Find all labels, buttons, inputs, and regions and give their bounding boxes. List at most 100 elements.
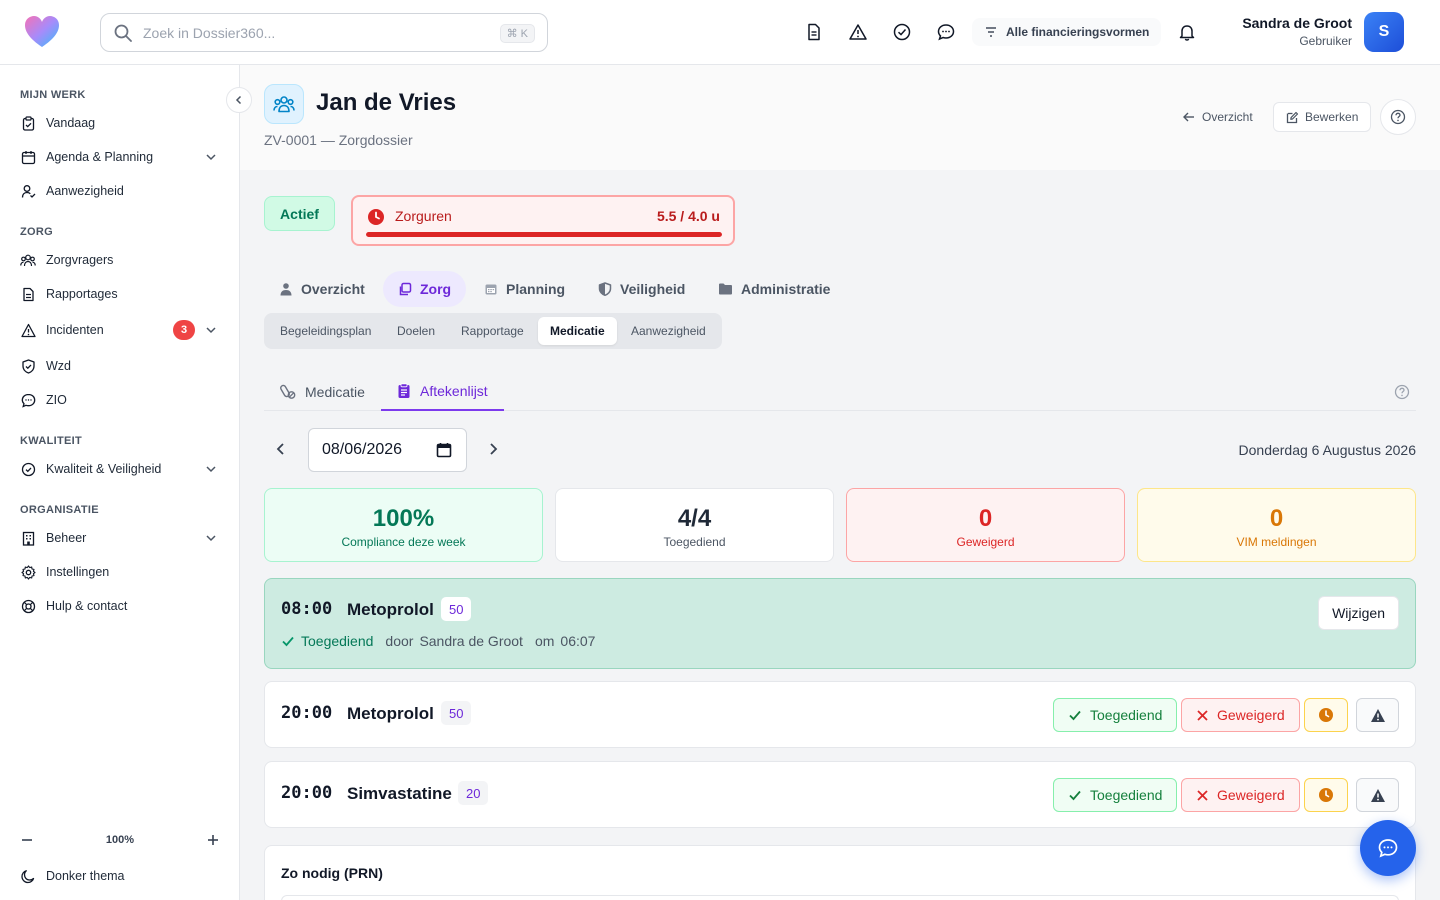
sidebar-item-agenda[interactable]: Agenda & Planning	[20, 143, 220, 171]
date-picker-input[interactable]: 08/06/2026	[308, 428, 467, 472]
page-title: Jan de Vries	[316, 89, 457, 116]
gear-icon	[20, 564, 36, 580]
warning-icon[interactable]	[846, 20, 870, 44]
sidebar-item-zorgvragers[interactable]: Zorgvragers	[20, 246, 220, 274]
subtab-rapportage[interactable]: Rapportage	[449, 317, 536, 345]
refused-button[interactable]: Geweigerd	[1181, 698, 1300, 732]
sidebar-item-beheer[interactable]: Beheer	[20, 524, 220, 552]
tab-overzicht[interactable]: Overzicht	[264, 271, 380, 307]
chat-icon	[1378, 839, 1398, 858]
next-day-button[interactable]	[481, 437, 505, 461]
sidebar-item-label: Agenda & Planning	[46, 150, 154, 164]
overview-link[interactable]: Overzicht	[1170, 102, 1265, 132]
section-title-organisatie: ORGANISATIE	[20, 504, 99, 516]
financing-filter-button[interactable]: Alle financieringsvormen	[972, 18, 1162, 46]
previous-day-button[interactable]	[269, 437, 293, 461]
inner-tab-label: Aftekenlijst	[420, 383, 488, 399]
sidebar-item-vandaag[interactable]: Vandaag	[20, 109, 220, 137]
tab-planning[interactable]: Planning	[469, 271, 580, 307]
date-picker-value: 08/06/2026	[322, 441, 403, 458]
sub-tabs: Begeleidingsplan Doelen Rapportage Medic…	[264, 313, 722, 349]
check-circle-icon[interactable]	[890, 20, 914, 44]
document-icon[interactable]	[802, 20, 826, 44]
chevron-down-icon[interactable]	[204, 150, 218, 164]
chat-icon[interactable]	[934, 20, 958, 44]
sidebar-item-label: Wzd	[46, 359, 71, 373]
sidebar-item-instellingen[interactable]: Instellingen	[20, 558, 220, 586]
sidebar-item-aanwezigheid[interactable]: Aanwezigheid	[20, 177, 220, 205]
sidebar-item-zio[interactable]: ZIO	[20, 386, 220, 414]
folder-icon	[719, 283, 732, 295]
clock-icon	[1319, 788, 1333, 802]
help-button[interactable]	[1380, 99, 1416, 135]
subtab-doelen[interactable]: Doelen	[385, 317, 447, 345]
calendar-icon[interactable]	[436, 442, 452, 458]
inner-tab-aftekenlijst[interactable]: Aftekenlijst	[381, 373, 504, 411]
tab-zorg[interactable]: Zorg	[383, 271, 467, 307]
stat-value: 0	[978, 505, 993, 532]
subtab-medicatie[interactable]: Medicatie	[538, 317, 617, 345]
refused-button[interactable]: Geweigerd	[1181, 778, 1300, 812]
stat-caption: Geweigerd	[956, 535, 1015, 549]
postpone-button[interactable]	[1304, 698, 1348, 732]
administered-button[interactable]: Toegediend	[1053, 698, 1178, 732]
stat-refused: 0 Geweigerd	[846, 488, 1125, 562]
subtab-begeleidingsplan[interactable]: Begeleidingsplan	[268, 317, 383, 345]
collapse-sidebar-button[interactable]	[226, 87, 252, 113]
tab-label: Planning	[506, 281, 566, 297]
medication-row: 20:00 Simvastatine 20 Toegediend Geweige…	[264, 761, 1416, 828]
sidebar-item-rapportages[interactable]: Rapportages	[20, 280, 220, 308]
user-check-icon	[20, 183, 36, 199]
search-shortcut-hint: ⌘ K	[499, 24, 535, 43]
sidebar-item-wzd[interactable]: Wzd	[20, 352, 220, 380]
dark-theme-toggle[interactable]: Donker thema	[20, 862, 220, 890]
dose-badge: 50	[441, 701, 472, 725]
stat-value: 100%	[372, 505, 435, 532]
filter-icon	[984, 25, 998, 39]
section-title-mijn-werk: MIJN WERK	[20, 89, 86, 101]
user-name: Sandra de Groot	[1242, 15, 1352, 31]
report-incident-button[interactable]	[1356, 778, 1399, 812]
search-input[interactable]	[143, 24, 483, 41]
stat-caption: Compliance deze week	[341, 535, 466, 549]
report-incident-button[interactable]	[1356, 698, 1399, 732]
heart-logo-icon[interactable]	[24, 15, 60, 49]
stat-compliance: 100% Compliance deze week	[264, 488, 543, 562]
administered-by-name: Sandra de Groot	[419, 633, 523, 649]
chevron-down-icon[interactable]	[204, 531, 218, 545]
care-hours-progress-bar	[366, 232, 722, 237]
help-circle-icon	[1390, 109, 1406, 125]
search-bar[interactable]: ⌘ K	[100, 13, 548, 52]
care-hours-label: Zorguren	[395, 208, 452, 224]
message-circle-icon	[20, 392, 36, 408]
prn-list	[281, 895, 1399, 900]
sidebar-item-kwaliteit-veiligheid[interactable]: Kwaliteit & Veiligheid	[20, 455, 220, 483]
users-icon	[20, 252, 36, 268]
zoom-in-button[interactable]	[206, 833, 220, 847]
status-badge: Actief	[264, 196, 335, 231]
avatar[interactable]: S	[1364, 12, 1404, 52]
bell-icon[interactable]	[1175, 20, 1199, 44]
inner-tab-medicatie[interactable]: Medicatie	[264, 373, 381, 411]
edit-button[interactable]: Bewerken	[1273, 102, 1372, 132]
administered-button[interactable]: Toegediend	[1053, 778, 1178, 812]
building-icon	[20, 530, 36, 546]
sidebar-item-hulp[interactable]: Hulp & contact	[20, 592, 220, 620]
refused-button-label: Geweigerd	[1217, 707, 1285, 723]
sidebar-item-label: Hulp & contact	[46, 599, 128, 613]
tab-administratie[interactable]: Administratie	[703, 271, 845, 307]
zoom-out-button[interactable]	[20, 833, 34, 847]
stat-value: 4/4	[677, 505, 712, 532]
plus-icon	[207, 835, 218, 845]
minus-icon	[22, 839, 32, 841]
help-circle-icon[interactable]	[1390, 380, 1414, 404]
postpone-button[interactable]	[1304, 778, 1348, 812]
chevron-down-icon[interactable]	[204, 462, 218, 476]
chevron-down-icon[interactable]	[204, 323, 218, 337]
change-button[interactable]: Wijzigen	[1318, 596, 1399, 630]
sidebar-item-incidenten[interactable]: Incidenten 3	[20, 316, 220, 344]
subtab-aanwezigheid[interactable]: Aanwezigheid	[619, 317, 718, 345]
tab-veiligheid[interactable]: Veiligheid	[583, 271, 700, 307]
chat-support-button[interactable]	[1360, 820, 1416, 876]
administered-at-time: 06:07	[560, 633, 596, 649]
